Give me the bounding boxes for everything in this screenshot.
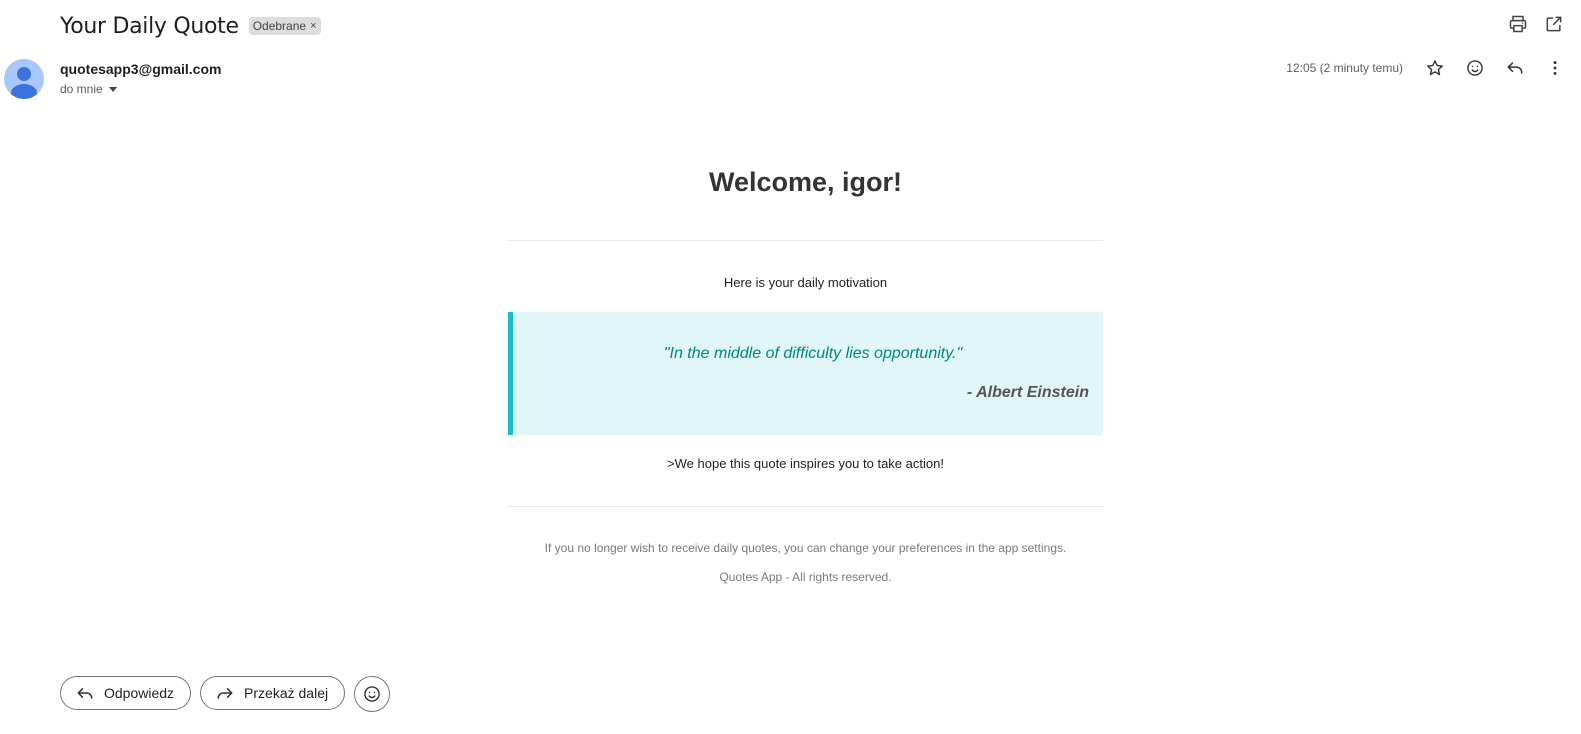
recipient-details-toggle[interactable]: do mnie xyxy=(60,82,117,96)
message-actions: Odpowiedz Przekaż dalej xyxy=(60,676,391,712)
label-chip-inbox: Odebrane × xyxy=(248,17,321,35)
divider xyxy=(508,506,1103,507)
welcome-heading: Welcome, igor! xyxy=(708,167,903,197)
open-in-new-window-icon[interactable] xyxy=(1544,14,1564,34)
recipient-label: do mnie xyxy=(60,82,103,96)
more-options-icon[interactable] xyxy=(1545,58,1565,78)
footer-preferences-text: If you no longer wish to receive daily q… xyxy=(544,541,1067,555)
reply-icon[interactable] xyxy=(1505,58,1525,78)
emoji-reaction-button[interactable] xyxy=(354,676,391,712)
email-body: Welcome, igor! Here is your daily motiva… xyxy=(508,140,1103,584)
label-chip-text: Odebrane xyxy=(252,19,307,33)
reply-button-label: Odpowiedz xyxy=(104,685,175,701)
closing-text: >We hope this quote inspires you to take… xyxy=(667,456,944,471)
reply-icon xyxy=(77,688,93,699)
sender-avatar[interactable] xyxy=(4,59,44,99)
chevron-down-icon xyxy=(108,86,117,92)
divider xyxy=(508,240,1103,241)
subject-row: Your Daily Quote Odebrane × xyxy=(60,10,321,42)
quote-text: "In the middle of difficulty lies opport… xyxy=(663,345,963,362)
footer-copyright: Quotes App - All rights reserved. xyxy=(719,570,892,584)
emoji-reaction-icon[interactable] xyxy=(1465,58,1485,78)
quote-block: "In the middle of difficulty lies opport… xyxy=(508,312,1103,435)
reply-button[interactable]: Odpowiedz xyxy=(60,676,192,710)
top-toolbar xyxy=(1508,14,1564,34)
message-timestamp: 12:05 (2 minuty temu) xyxy=(1286,61,1403,75)
intro-text: Here is your daily motivation xyxy=(723,275,888,290)
quote-author: - Albert Einstein xyxy=(966,384,1089,401)
emoji-icon xyxy=(364,686,380,702)
star-icon[interactable] xyxy=(1425,58,1445,78)
email-subject: Your Daily Quote xyxy=(60,13,239,39)
person-icon xyxy=(11,67,37,99)
forward-button-label: Przekaż dalej xyxy=(244,685,329,701)
remove-label-button[interactable]: × xyxy=(310,20,316,32)
print-icon[interactable] xyxy=(1508,14,1528,34)
sender-email[interactable]: quotesapp3@gmail.com xyxy=(60,61,221,77)
message-meta: 12:05 (2 minuty temu) xyxy=(1286,58,1565,78)
forward-icon xyxy=(217,688,233,699)
forward-button[interactable]: Przekaż dalej xyxy=(200,676,346,710)
